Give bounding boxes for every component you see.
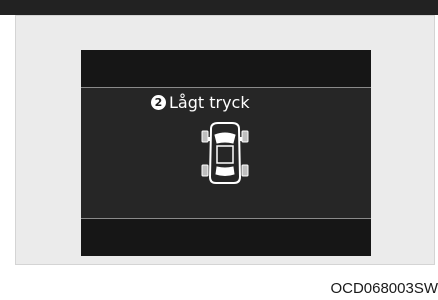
display-bottom-band <box>81 219 371 256</box>
car-top-view-icon <box>201 122 249 184</box>
figure-canvas: 2 Lågt tryck OCD068003SW <box>0 0 438 300</box>
tire-pressure-warning-title: 2 Lågt tryck <box>151 92 250 112</box>
display-top-band <box>81 50 371 87</box>
figure-code-label: OCD068003SW <box>330 280 438 297</box>
warning-title-text: Lågt tryck <box>169 92 250 112</box>
circled-number-icon: 2 <box>151 94 166 110</box>
top-strip <box>0 0 438 15</box>
cluster-display-screen: 2 Lågt tryck <box>81 50 371 256</box>
display-top-divider <box>81 87 371 88</box>
